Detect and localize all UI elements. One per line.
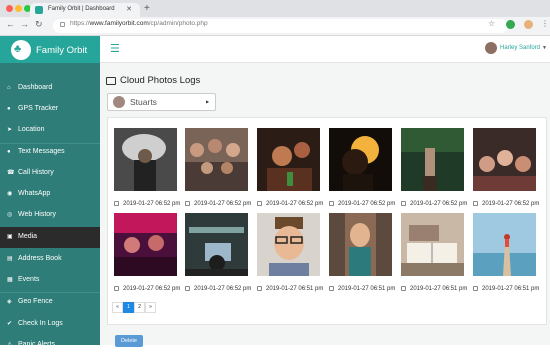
chat-icon: ●	[7, 149, 11, 155]
extension-icon[interactable]	[506, 20, 515, 29]
map-marker-icon: ●	[7, 106, 11, 112]
hamburger-menu-icon[interactable]: ☰	[110, 42, 120, 55]
photo-caption: 2019-01-27 06:51 pm	[329, 286, 395, 292]
star-icon[interactable]: ☆	[488, 19, 495, 28]
new-tab-button[interactable]: +	[144, 3, 150, 14]
photo-thumbnail[interactable]	[114, 128, 177, 191]
photo-caption: 2019-01-27 06:52 pm	[401, 201, 467, 207]
sidebar-item-call-history[interactable]: ☎ Call History	[0, 163, 100, 184]
photo-thumbnail[interactable]	[473, 213, 536, 276]
photo-checkbox[interactable]	[257, 201, 262, 206]
caret-right-icon[interactable]: ▶	[206, 99, 209, 104]
sidebar-item-address-book[interactable]: ▤ Address Book	[0, 249, 100, 270]
globe-icon: ◎	[7, 212, 13, 218]
back-icon[interactable]: ←	[6, 19, 15, 29]
sidebar-item-panic-alerts[interactable]: ⚠ Panic Alerts	[0, 335, 100, 356]
favicon-icon	[35, 6, 43, 14]
photo-caption: 2019-01-27 06:51 pm	[401, 286, 467, 292]
browser-tab[interactable]: Family Orbit | Dashboard ✕	[30, 3, 140, 17]
check-circle-icon: ✔	[7, 321, 13, 327]
close-tab-icon[interactable]: ✕	[126, 5, 132, 13]
photo-checkbox[interactable]	[401, 201, 406, 206]
sidebar-item-gps-tracker[interactable]: ● GPS Tracker	[0, 99, 100, 120]
photo-thumbnail[interactable]	[257, 128, 320, 191]
user-avatar[interactable]	[485, 42, 497, 54]
phone-icon: ☎	[7, 170, 15, 176]
photo-caption: 2019-01-27 06:52 pm	[473, 201, 539, 207]
pagination-page-2[interactable]: 2	[134, 302, 145, 313]
sidebar-item-location[interactable]: ➤ Location	[0, 120, 100, 141]
sidebar-item-text-messages[interactable]: ● Text Messages	[0, 142, 100, 163]
photo-checkbox[interactable]	[114, 201, 119, 206]
profile-icon[interactable]	[524, 20, 533, 29]
sidebar-item-web-history[interactable]: ◎ Web History	[0, 205, 100, 226]
photo-thumbnail[interactable]	[257, 213, 320, 276]
browser-menu-icon[interactable]: ⋮	[541, 19, 549, 28]
photo-caption: 2019-01-27 06:52 pm	[185, 201, 251, 207]
close-window-button[interactable]	[6, 5, 13, 12]
photo-checkbox[interactable]	[473, 286, 478, 291]
photo-caption: 2019-01-27 06:52 pm	[257, 201, 323, 207]
photo-caption: 2019-01-27 06:52 pm	[329, 201, 395, 207]
sidebar-item-geo-fence[interactable]: ◈ Geo Fence	[0, 292, 100, 313]
tab-title: Family Orbit | Dashboard	[48, 6, 115, 12]
image-icon	[106, 77, 116, 85]
photo-thumbnail[interactable]	[185, 213, 248, 276]
photo-thumbnail[interactable]	[473, 128, 536, 191]
brand-name[interactable]: Family Orbit	[36, 45, 87, 56]
chevron-down-icon[interactable]: ▼	[542, 45, 547, 51]
user-name[interactable]: Harley Sanford	[500, 45, 540, 51]
delete-button[interactable]: Delete	[115, 335, 143, 347]
photo-thumbnail[interactable]	[329, 213, 392, 276]
photo-thumbnail[interactable]	[329, 128, 392, 191]
sidebar-item-check-in-logs[interactable]: ✔ Check In Logs	[0, 314, 100, 335]
photo-checkbox[interactable]	[329, 286, 334, 291]
photo-checkbox[interactable]	[401, 286, 406, 291]
photo-checkbox[interactable]	[329, 201, 334, 206]
photo-caption: 2019-01-27 06:51 pm	[473, 286, 539, 292]
photo-caption: 2019-01-27 06:52 pm	[114, 286, 180, 292]
lock-icon	[60, 22, 65, 27]
child-select-value[interactable]: Stuarts	[130, 97, 157, 107]
photo-checkbox[interactable]	[185, 201, 190, 206]
pagination-prev[interactable]: «	[112, 302, 123, 313]
url-text[interactable]: https://www.familyorbit.com/cp/admin/pho…	[70, 20, 208, 27]
minimize-window-button[interactable]	[15, 5, 22, 12]
fence-icon: ◈	[7, 299, 12, 305]
photo-caption: 2019-01-27 06:51 pm	[257, 286, 323, 292]
book-icon: ▤	[7, 256, 13, 262]
sidebar-item-events[interactable]: ▦ Events	[0, 270, 100, 291]
page-title: Cloud Photos Logs	[120, 75, 201, 86]
photo-checkbox[interactable]	[185, 286, 190, 291]
sidebar-item-whatsapp[interactable]: ◉ WhatsApp	[0, 184, 100, 205]
photo-thumbnail[interactable]	[185, 128, 248, 191]
sidebar-item-media[interactable]: ▣ Media	[0, 227, 100, 248]
photo-thumbnail[interactable]	[114, 213, 177, 276]
reload-icon[interactable]: ↻	[35, 19, 43, 30]
location-arrow-icon: ➤	[7, 127, 13, 133]
photo-checkbox[interactable]	[114, 286, 119, 291]
top-navbar	[100, 36, 550, 63]
family-logo-icon: ♣	[11, 40, 31, 60]
forward-icon[interactable]: →	[20, 19, 29, 29]
sidebar: ⌂ Dashboard ● GPS Tracker ➤ Location ● Text …	[0, 63, 100, 348]
home-icon: ⌂	[7, 85, 11, 91]
pagination-next[interactable]: »	[145, 302, 156, 313]
image-icon: ▣	[7, 234, 13, 240]
photo-thumbnail[interactable]	[401, 128, 464, 191]
calendar-icon: ▦	[7, 277, 13, 283]
pagination-page-1[interactable]: 1	[123, 302, 134, 313]
photo-checkbox[interactable]	[473, 201, 478, 206]
photo-thumbnail[interactable]	[401, 213, 464, 276]
photo-caption: 2019-01-27 06:52 pm	[114, 201, 180, 207]
photo-checkbox[interactable]	[257, 286, 262, 291]
child-avatar	[113, 96, 125, 108]
photo-caption: 2019-01-27 06:52 pm	[185, 286, 251, 292]
whatsapp-icon: ◉	[7, 191, 13, 197]
sidebar-item-dashboard[interactable]: ⌂ Dashboard	[0, 78, 100, 99]
